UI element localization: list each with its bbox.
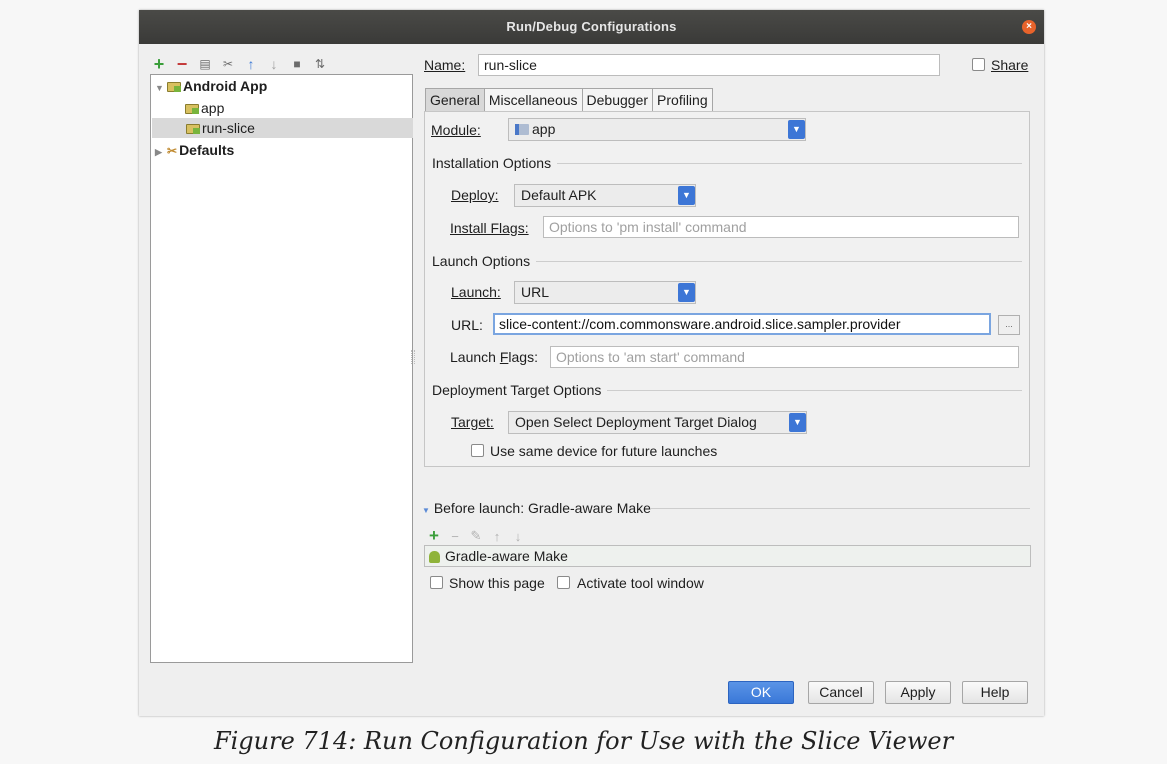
install-flags-label: Install Flags: bbox=[450, 220, 529, 236]
android-folder-icon bbox=[186, 124, 200, 134]
move-down-icon[interactable]: ↓ bbox=[267, 56, 281, 72]
before-launch-section[interactable]: ▼ Before launch: Gradle-aware Make bbox=[422, 498, 1030, 518]
name-label: Name: bbox=[424, 57, 466, 73]
tree-node-run-slice[interactable]: run-slice bbox=[152, 118, 413, 138]
close-icon[interactable]: × bbox=[1022, 20, 1036, 34]
share-checkbox[interactable] bbox=[972, 58, 985, 71]
same-device-checkbox[interactable] bbox=[471, 444, 484, 457]
sort-icon[interactable]: ⇅ bbox=[313, 56, 327, 72]
tab-general[interactable]: General bbox=[425, 88, 485, 112]
wrench-icon[interactable]: ✂ bbox=[221, 56, 235, 72]
ok-button[interactable]: OK bbox=[728, 681, 794, 704]
config-tree: ▼ Android App app run-slice ▶ ✂ Defaults bbox=[150, 74, 413, 663]
move-up-icon[interactable]: ↑ bbox=[244, 56, 258, 72]
cancel-button[interactable]: Cancel bbox=[808, 681, 874, 704]
chevron-down-icon[interactable]: ▼ bbox=[678, 186, 695, 205]
tree-node-label: Defaults bbox=[179, 142, 235, 158]
same-device-label: Use same device for future launches bbox=[490, 443, 718, 459]
config-tabs: General Miscellaneous Debugger Profiling bbox=[425, 88, 713, 112]
installation-options-section: Installation Options bbox=[432, 153, 1022, 173]
target-label: Target: bbox=[451, 414, 494, 430]
edit-icon[interactable]: ✎ bbox=[470, 528, 482, 544]
install-flags-input[interactable]: Options to 'pm install' command bbox=[543, 216, 1019, 238]
activate-tool-label: Activate tool window bbox=[577, 575, 704, 591]
tree-node-label: app bbox=[201, 100, 225, 116]
chevron-down-icon[interactable]: ▼ bbox=[789, 413, 806, 432]
launch-flags-label: Launch Flags: bbox=[450, 349, 538, 365]
launch-value: URL bbox=[521, 284, 550, 300]
url-label: URL: bbox=[451, 317, 483, 333]
collapse-arrow-icon[interactable]: ▼ bbox=[422, 506, 430, 515]
module-value: app bbox=[532, 121, 556, 137]
show-page-checkbox[interactable] bbox=[430, 576, 443, 589]
launch-label: Launch: bbox=[451, 284, 501, 300]
launch-options-section: Launch Options bbox=[432, 251, 1022, 271]
before-launch-list[interactable]: Gradle-aware Make bbox=[424, 545, 1031, 567]
config-toolbar: + − ▤ ✂ ↑ ↓ ■ ⇅ bbox=[152, 55, 327, 73]
help-button[interactable]: Help bbox=[962, 681, 1028, 704]
add-icon[interactable]: + bbox=[428, 526, 440, 546]
remove-icon[interactable]: − bbox=[449, 529, 461, 544]
tree-node-defaults[interactable]: ▶ ✂ Defaults bbox=[155, 140, 234, 160]
title-bar: Run/Debug Configurations × bbox=[139, 10, 1044, 44]
move-up-icon[interactable]: ↑ bbox=[491, 529, 503, 544]
deploy-value: Default APK bbox=[521, 187, 597, 203]
deployment-target-section: Deployment Target Options bbox=[432, 380, 1022, 400]
section-title: Deployment Target Options bbox=[432, 382, 608, 398]
before-launch-toolbar: + − ✎ ↑ ↓ bbox=[428, 526, 524, 546]
splitter-handle[interactable] bbox=[411, 350, 415, 364]
tree-node-label: run-slice bbox=[202, 120, 255, 136]
dialog-title: Run/Debug Configurations bbox=[506, 19, 677, 34]
chevron-down-icon[interactable]: ▼ bbox=[678, 283, 695, 302]
wrench-icon: ✂ bbox=[167, 144, 178, 158]
module-dropdown[interactable]: app ▼ bbox=[508, 118, 806, 141]
deploy-dropdown[interactable]: Default APK ▼ bbox=[514, 184, 696, 207]
move-down-icon[interactable]: ↓ bbox=[512, 529, 524, 544]
deploy-label: Deploy: bbox=[451, 187, 499, 203]
expand-arrow-icon[interactable]: ▼ bbox=[155, 78, 167, 98]
module-label: Module: bbox=[431, 122, 481, 138]
section-title: Installation Options bbox=[432, 155, 558, 171]
url-input[interactable]: slice-content://com.commonsware.android.… bbox=[493, 313, 991, 335]
tree-node-android-app[interactable]: ▼ Android App bbox=[155, 76, 267, 96]
android-folder-icon bbox=[185, 104, 199, 114]
before-launch-title: Before launch: Gradle-aware Make bbox=[433, 500, 651, 516]
add-icon[interactable]: + bbox=[152, 55, 166, 73]
tree-node-app[interactable]: app bbox=[185, 98, 224, 118]
collapse-arrow-icon[interactable]: ▶ bbox=[155, 142, 167, 162]
share-label: Share bbox=[991, 57, 1029, 73]
module-icon bbox=[515, 124, 529, 135]
launch-flags-input[interactable]: Options to 'am start' command bbox=[550, 346, 1019, 368]
apply-button[interactable]: Apply bbox=[885, 681, 951, 704]
show-page-label: Show this page bbox=[449, 575, 545, 591]
chevron-down-icon[interactable]: ▼ bbox=[788, 120, 805, 139]
android-folder-icon bbox=[167, 82, 181, 92]
list-item[interactable]: Gradle-aware Make bbox=[445, 548, 568, 564]
activate-tool-checkbox[interactable] bbox=[557, 576, 570, 589]
launch-dropdown[interactable]: URL ▼ bbox=[514, 281, 696, 304]
folder-icon[interactable]: ■ bbox=[290, 56, 304, 72]
browse-button[interactable]: ... bbox=[998, 315, 1020, 335]
tab-debugger[interactable]: Debugger bbox=[581, 88, 654, 112]
tree-node-label: Android App bbox=[183, 78, 268, 94]
section-title: Launch Options bbox=[432, 253, 537, 269]
android-icon bbox=[429, 551, 440, 563]
figure-caption: Figure 714: Run Configuration for Use wi… bbox=[213, 727, 954, 755]
target-value: Open Select Deployment Target Dialog bbox=[515, 414, 757, 430]
tab-profiling[interactable]: Profiling bbox=[652, 88, 713, 112]
remove-icon[interactable]: − bbox=[175, 55, 189, 73]
target-dropdown[interactable]: Open Select Deployment Target Dialog ▼ bbox=[508, 411, 807, 434]
tab-miscellaneous[interactable]: Miscellaneous bbox=[483, 88, 583, 112]
copy-icon[interactable]: ▤ bbox=[198, 56, 212, 72]
name-input[interactable]: run-slice bbox=[478, 54, 940, 76]
